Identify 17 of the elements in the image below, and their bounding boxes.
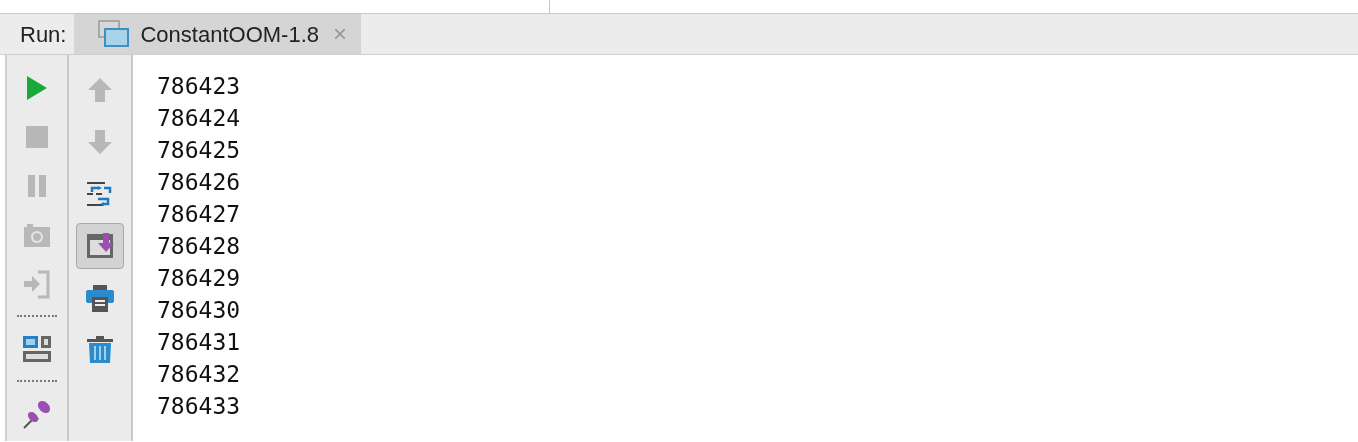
run-tab[interactable]: ConstantOOM-1.8 × [74, 14, 361, 54]
console-line: 786423 [157, 72, 242, 101]
console-line: 786427 [157, 200, 242, 229]
console-line: 786429 [157, 264, 242, 293]
console-line: 786426 [157, 168, 242, 197]
windows-icon [98, 20, 131, 48]
toolbar-button[interactable] [76, 223, 124, 269]
trash-icon [84, 334, 116, 366]
console-line: 786431 [157, 328, 242, 357]
console-line: 786424 [157, 104, 242, 133]
console-line: 786430 [157, 296, 242, 325]
console-line: 786433 [157, 392, 242, 421]
console-line: 786425 [157, 136, 242, 165]
printer-icon [84, 282, 116, 314]
run-label: Run: [19, 20, 68, 49]
console-line: 786432 [157, 360, 242, 389]
console-line: 786428 [157, 232, 242, 261]
